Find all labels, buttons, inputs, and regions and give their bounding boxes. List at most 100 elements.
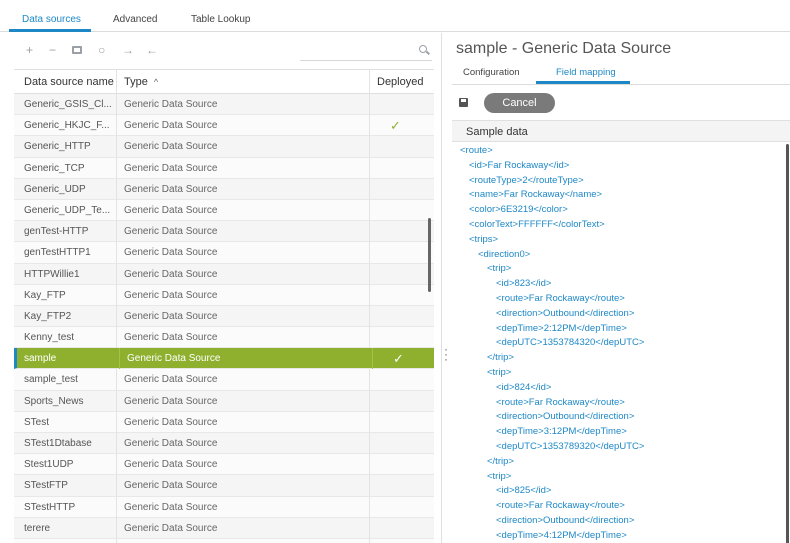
table-row[interactable]: Generic_HTTP Generic Data Source xyxy=(14,136,434,158)
data-source-name: genTestHTTP1 xyxy=(24,247,91,259)
search-icon[interactable] xyxy=(419,45,427,53)
table-row[interactable]: Generic_UDP_Te... Generic Data Source xyxy=(14,199,434,222)
sample-data-header: Sample data xyxy=(452,120,790,142)
data-source-type: Generic Data Source xyxy=(124,141,218,153)
cell-divider xyxy=(116,305,117,327)
save-icon[interactable] xyxy=(459,98,468,107)
table-row[interactable]: Generic_HKJC_F... Generic Data Source ✓ xyxy=(14,115,434,137)
xml-line: <route>Far Rockaway</route> xyxy=(496,396,625,408)
deploy-icon[interactable]: → xyxy=(122,43,134,57)
tab-data-sources[interactable]: Data sources xyxy=(22,14,81,25)
xml-line: <route> xyxy=(460,145,493,156)
cell-divider xyxy=(116,242,117,264)
table-row[interactable]: genTest-HTTP Generic Data Source xyxy=(14,221,434,243)
data-source-type: Generic Data Source xyxy=(124,480,218,492)
copy-icon[interactable] xyxy=(72,46,82,54)
active-tab-indicator xyxy=(9,29,91,32)
data-source-type: Generic Data Source xyxy=(124,99,218,110)
table-row[interactable]: STest1Dtabase Generic Data Source xyxy=(14,433,434,455)
column-header-name[interactable]: Data source name xyxy=(24,70,114,95)
table-row[interactable]: STest Generic Data Source xyxy=(14,411,434,433)
table-row[interactable]: terere Generic Data Source xyxy=(14,517,434,539)
cell-divider xyxy=(116,327,117,349)
plus-icon[interactable]: + xyxy=(26,43,33,57)
table-row[interactable]: Stest1UDP Generic Data Source xyxy=(14,454,434,476)
data-source-type: Generic Data Source xyxy=(124,310,218,322)
xml-line: <trip> xyxy=(487,470,512,482)
table-row[interactable]: STestHTTP Generic Data Source xyxy=(14,496,434,518)
xml-line: <route>Far Rockaway</route> xyxy=(496,500,625,512)
data-source-type: Generic Data Source xyxy=(124,395,218,407)
data-source-type: Generic Data Source xyxy=(127,353,221,365)
cell-divider xyxy=(369,390,370,412)
active-subtab-indicator xyxy=(536,81,630,84)
cell-divider xyxy=(369,305,370,327)
panel-splitter[interactable] xyxy=(441,33,442,543)
splitter-grip-icon[interactable]: · · · xyxy=(444,343,448,365)
cell-divider xyxy=(369,496,370,518)
table-row[interactable]: HTTPWillie1 Generic Data Source xyxy=(14,263,434,285)
table-row[interactable]: Kay_FTP Generic Data Source xyxy=(14,284,434,306)
cell-divider xyxy=(369,263,370,285)
table-row[interactable]: Generic_GSIS_Cl... Generic Data Source xyxy=(14,94,434,116)
table-row[interactable] xyxy=(14,538,434,543)
xml-line: <depTime>3:12PM</depTime> xyxy=(496,426,627,438)
xml-line: <routeType>2</routeType> xyxy=(469,174,584,186)
cell-divider xyxy=(369,369,370,391)
table-row[interactable]: Sports_News Generic Data Source xyxy=(14,390,434,412)
table-row[interactable]: Generic_TCP Generic Data Source xyxy=(14,157,434,179)
xml-line: <depTime>2:12PM</depTime> xyxy=(496,322,627,334)
sample-data-label: Sample data xyxy=(466,126,528,138)
cell-divider xyxy=(116,390,117,412)
list-scrollbar[interactable] xyxy=(428,218,431,292)
data-source-name: sample_test xyxy=(24,374,78,386)
cell-divider xyxy=(116,454,117,476)
cancel-button[interactable]: Cancel xyxy=(484,93,555,113)
tab-table-lookup[interactable]: Table Lookup xyxy=(191,14,251,25)
column-header-type[interactable]: Type ^ xyxy=(124,70,158,95)
table-row[interactable]: genTestHTTP1 Generic Data Source xyxy=(14,242,434,264)
cell-divider xyxy=(369,433,370,454)
sort-ascending-icon: ^ xyxy=(153,77,159,87)
tab-configuration[interactable]: Configuration xyxy=(463,67,520,78)
cell-divider xyxy=(369,327,370,349)
data-source-name: Generic_UDP xyxy=(24,183,86,195)
sample-data-scrollbar[interactable] xyxy=(786,144,789,543)
xml-line: <trip> xyxy=(487,263,512,275)
cell-divider xyxy=(369,199,370,221)
undeploy-icon[interactable]: ← xyxy=(146,43,158,57)
cell-divider xyxy=(369,475,370,497)
table-row[interactable]: Kenny_test Generic Data Source xyxy=(14,327,434,349)
table-row[interactable]: Kay_FTP2 Generic Data Source xyxy=(14,305,434,328)
data-source-type: Generic Data Source xyxy=(124,268,218,280)
tab-field-mapping[interactable]: Field mapping xyxy=(556,67,616,78)
table-row-selected[interactable]: sample Generic Data Source ✓ xyxy=(14,348,434,370)
refresh-icon[interactable]: ○ xyxy=(98,43,105,57)
data-source-type: Generic Data Source xyxy=(124,501,218,513)
data-source-name: STestHTTP xyxy=(24,501,76,513)
tab-advanced[interactable]: Advanced xyxy=(113,14,157,25)
xml-line: <color>6E3219</color> xyxy=(469,204,568,216)
cell-divider xyxy=(369,242,370,264)
data-source-name: Kay_FTP2 xyxy=(24,310,72,322)
cell-divider xyxy=(116,178,117,200)
data-source-name: sample xyxy=(24,353,57,365)
search-input[interactable] xyxy=(300,60,432,61)
cell-divider xyxy=(369,517,370,539)
cell-divider xyxy=(116,538,117,543)
data-source-name: Stest1UDP xyxy=(24,459,74,471)
cell-divider xyxy=(372,348,373,370)
table-row[interactable]: Generic_UDP Generic Data Source xyxy=(14,178,434,200)
cell-divider xyxy=(116,411,117,433)
table-row[interactable]: sample_test Generic Data Source xyxy=(14,369,434,391)
data-source-type: Generic Data Source xyxy=(124,416,218,428)
table-row[interactable]: STestFTP Generic Data Source xyxy=(14,475,434,497)
cell-divider xyxy=(116,136,117,158)
data-source-list-panel: + − ○ → ← Data source name Type ^ Deploye… xyxy=(14,33,434,543)
cell-divider xyxy=(369,284,370,306)
xml-line: </trip> xyxy=(487,455,514,467)
minus-icon[interactable]: − xyxy=(49,43,56,57)
column-divider xyxy=(116,70,117,93)
column-header-deployed[interactable]: Deployed xyxy=(377,70,423,95)
data-source-name: STestFTP xyxy=(24,480,68,492)
